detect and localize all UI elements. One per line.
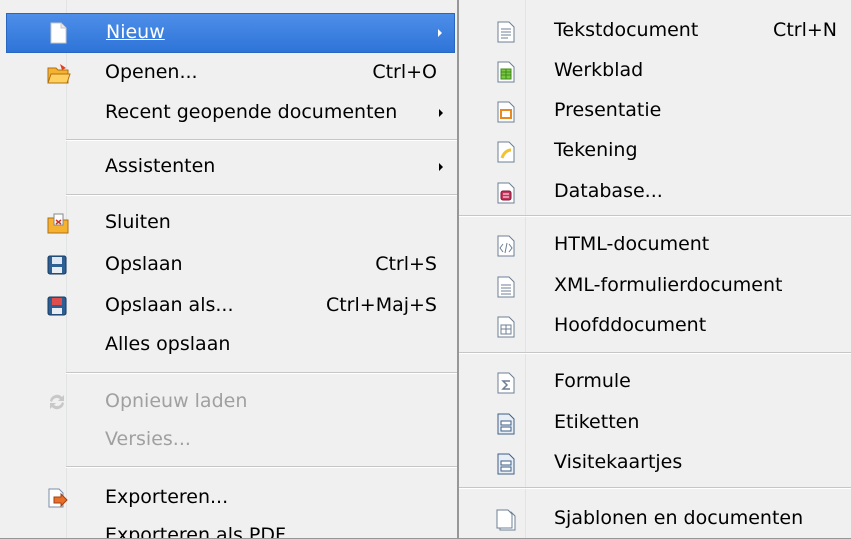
export-icon bbox=[46, 487, 68, 509]
submenu-item-spreadsheet[interactable]: Werkblad bbox=[459, 51, 851, 91]
menu-item-label: Nieuw bbox=[106, 21, 165, 43]
menu-item-label: Visitekaartjes bbox=[554, 451, 683, 473]
menu-separator bbox=[66, 194, 457, 196]
html-document-icon bbox=[495, 234, 517, 257]
database-icon bbox=[495, 181, 517, 204]
menu-item-label: Opslaan als... bbox=[105, 294, 234, 316]
menu-item-label: Recent geopende documenten bbox=[105, 101, 398, 123]
menu-item-wizards[interactable]: Assistenten bbox=[0, 147, 457, 187]
menu-item-label: Opslaan bbox=[105, 253, 183, 275]
menu-item-open[interactable]: Openen... Ctrl+O bbox=[0, 53, 457, 93]
menu-item-new[interactable]: Nieuw bbox=[6, 13, 455, 53]
menu-item-label: Sluiten bbox=[105, 211, 171, 233]
shortcut-label: Ctrl+Maj+S bbox=[325, 294, 437, 316]
menu-item-label: Formule bbox=[554, 370, 631, 392]
menu-item-save-as[interactable]: Opslaan als... Ctrl+Maj+S bbox=[0, 286, 457, 326]
new-document-icon bbox=[47, 22, 69, 44]
text-document-icon bbox=[495, 20, 517, 43]
submenu-item-database[interactable]: Database... bbox=[459, 172, 851, 212]
submenu-item-xml-form-document[interactable]: XML-formulierdocument bbox=[459, 266, 851, 306]
submenu-item-templates[interactable]: Sjablonen en documenten bbox=[459, 499, 851, 538]
master-document-icon bbox=[495, 315, 517, 338]
shortcut-label: Ctrl+O bbox=[372, 61, 437, 83]
close-folder-icon bbox=[46, 212, 69, 234]
menu-item-label: Hoofddocument bbox=[554, 314, 707, 336]
submenu-arrow-icon bbox=[439, 109, 443, 117]
menu-item-label: Tekstdocument bbox=[554, 19, 699, 41]
menu-item-save[interactable]: Opslaan Ctrl+S bbox=[0, 245, 457, 285]
presentation-icon bbox=[495, 100, 517, 123]
save-as-icon bbox=[46, 295, 68, 317]
submenu-item-labels[interactable]: Etiketten bbox=[459, 403, 851, 443]
formula-icon bbox=[495, 371, 517, 394]
menu-item-save-all[interactable]: Alles opslaan bbox=[0, 325, 457, 365]
menu-item-label: Opnieuw laden bbox=[105, 390, 248, 412]
labels-icon bbox=[495, 412, 517, 435]
open-folder-icon bbox=[46, 62, 71, 84]
new-submenu: Tekstdocument Ctrl+N Werkblad Presentati… bbox=[458, 0, 851, 539]
menu-separator bbox=[66, 466, 457, 468]
submenu-item-master-document[interactable]: Hoofddocument bbox=[459, 306, 851, 346]
menu-item-label: Etiketten bbox=[554, 411, 640, 433]
menu-separator bbox=[459, 487, 851, 489]
save-icon bbox=[46, 254, 68, 276]
menu-item-label: Exporteren... bbox=[105, 486, 229, 508]
menu-item-label: Openen... bbox=[105, 61, 198, 83]
submenu-item-html-document[interactable]: HTML-document bbox=[459, 225, 851, 265]
menu-item-label: Versies... bbox=[105, 428, 191, 450]
menu-separator bbox=[66, 372, 457, 374]
submenu-item-business-cards[interactable]: Visitekaartjes bbox=[459, 443, 851, 483]
menu-item-close[interactable]: Sluiten bbox=[0, 203, 457, 243]
xml-form-document-icon bbox=[495, 275, 517, 298]
menu-item-label: Werkblad bbox=[554, 59, 644, 81]
menu-item-reload[interactable]: Opnieuw laden bbox=[0, 382, 457, 422]
menu-item-label: Presentatie bbox=[554, 99, 662, 121]
business-cards-icon bbox=[495, 452, 517, 475]
menu-item-recent-documents[interactable]: Recent geopende documenten bbox=[0, 93, 457, 133]
menu-item-label: HTML-document bbox=[554, 233, 710, 255]
menu-item-label: Sjablonen en documenten bbox=[554, 507, 804, 529]
menu-item-label: XML-formulierdocument bbox=[554, 274, 783, 296]
drawing-icon bbox=[495, 140, 517, 163]
menu-item-label: Database... bbox=[554, 180, 663, 202]
menu-separator bbox=[459, 215, 851, 217]
menu-item-label: Assistenten bbox=[105, 155, 216, 177]
menu-separator bbox=[459, 352, 851, 354]
submenu-item-presentation[interactable]: Presentatie bbox=[459, 91, 851, 131]
menu-item-export[interactable]: Exporteren... bbox=[0, 478, 457, 518]
menu-item-export-pdf[interactable]: Exporteren als PDF bbox=[0, 516, 457, 539]
submenu-arrow-icon bbox=[438, 29, 442, 37]
submenu-item-text-document[interactable]: Tekstdocument Ctrl+N bbox=[459, 11, 851, 51]
file-menu: Nieuw Openen... Ctrl+O Recent geopende d… bbox=[0, 0, 458, 539]
shortcut-label: Ctrl+N bbox=[773, 19, 837, 41]
menu-separator bbox=[66, 139, 457, 141]
menu-item-label: Alles opslaan bbox=[105, 333, 231, 355]
submenu-item-formula[interactable]: Formule bbox=[459, 362, 851, 402]
spreadsheet-icon bbox=[495, 60, 517, 83]
submenu-arrow-icon bbox=[439, 163, 443, 171]
shortcut-label: Ctrl+S bbox=[375, 253, 437, 275]
submenu-item-drawing[interactable]: Tekening bbox=[459, 131, 851, 171]
menu-item-label: Tekening bbox=[554, 139, 638, 161]
menu-item-versions[interactable]: Versies... bbox=[0, 420, 457, 460]
menu-item-label: Exporteren als PDF bbox=[105, 524, 286, 539]
templates-icon bbox=[495, 508, 517, 531]
reload-icon bbox=[46, 391, 68, 413]
